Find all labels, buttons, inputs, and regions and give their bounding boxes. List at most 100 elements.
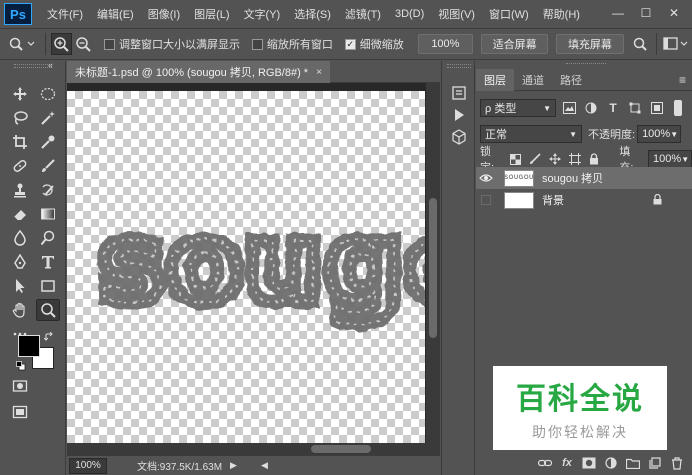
rectangle-tool[interactable] [36,275,60,297]
menu-filter[interactable]: 滤镜(T) [338,6,388,22]
delete-layer-button[interactable] [668,454,686,472]
filter-pixel-icon[interactable] [560,99,578,117]
magic-wand-tool[interactable] [36,107,60,129]
close-window-button[interactable]: ✕ [660,4,688,22]
healing-brush-tool[interactable] [8,155,32,177]
status-menu-arrow-icon[interactable]: ▶ [230,460,237,471]
zoom-tool[interactable] [36,299,60,321]
close-document-icon[interactable]: × [316,67,322,78]
lock-pixels-icon[interactable] [526,150,544,168]
search-button[interactable] [630,33,652,55]
layer-visibility-toggle[interactable] [476,195,496,205]
scroll-left-icon[interactable]: ◀ [261,460,268,471]
new-group-button[interactable] [624,454,642,472]
fit-screen-button[interactable]: 适合屏幕 [481,34,549,54]
horizontal-scrollbar[interactable] [67,443,440,455]
brush-tool[interactable] [36,155,60,177]
blend-mode-dropdown[interactable]: 正常 ▼ [480,125,582,143]
elliptical-marquee-tool[interactable] [36,83,60,105]
filter-adjustment-icon[interactable] [582,99,600,117]
resize-windows-checkbox[interactable] [104,38,116,50]
scrubby-zoom-option[interactable]: ✓ 细微缩放 [344,36,404,52]
menu-layer[interactable]: 图层(L) [187,6,236,22]
swap-colors-icon[interactable] [43,331,54,342]
dodge-tool[interactable] [36,227,60,249]
filter-smart-object-icon[interactable] [648,99,666,117]
history-brush-tool[interactable] [36,179,60,201]
history-panel-button[interactable] [448,83,470,103]
document-canvas[interactable]: sougou sougou [67,91,425,447]
toolbox-grip[interactable] [14,64,52,68]
actions-panel-button[interactable] [448,105,470,125]
scrubby-zoom-checkbox[interactable]: ✓ [344,38,356,50]
gradient-tool[interactable] [36,203,60,225]
layer-name[interactable]: 背景 [542,192,564,208]
tab-paths[interactable]: 路径 [552,69,590,91]
layer-name[interactable]: sougou 拷贝 [542,170,603,186]
path-selection-tool[interactable] [8,275,32,297]
adjustment-layer-button[interactable] [602,454,620,472]
foreground-color-swatch[interactable] [18,335,40,357]
collapse-toolbox-icon[interactable]: « [48,60,53,70]
lock-position-icon[interactable] [546,150,564,168]
add-mask-button[interactable] [580,454,598,472]
menu-window[interactable]: 窗口(W) [482,6,536,22]
horizontal-scroll-thumb[interactable] [311,445,371,453]
menu-image[interactable]: 图像(I) [141,6,187,22]
eyedropper-tool[interactable] [36,131,60,153]
dock-grip[interactable] [447,64,471,68]
panel-grip[interactable] [566,63,606,67]
lock-artboard-icon[interactable] [566,150,584,168]
lasso-tool[interactable] [8,107,32,129]
lock-transparent-icon[interactable] [507,150,525,168]
menu-3d[interactable]: 3D(D) [388,8,431,20]
canvas-area[interactable]: sougou sougou [67,83,440,455]
filter-toggle-switch[interactable] [674,100,682,116]
new-layer-button[interactable] [646,454,664,472]
filter-kind-dropdown[interactable]: ρ 类型 ▼ [480,99,556,117]
screen-mode-button[interactable] [8,401,32,423]
resize-windows-option[interactable]: 调整窗口大小以满屏显示 [104,36,240,52]
vertical-scroll-thumb[interactable] [429,198,437,338]
document-tab[interactable]: 未标题-1.psd @ 100% (sougou 拷贝, RGB/8#) * × [67,61,330,83]
fill-screen-button[interactable]: 填充屏幕 [556,34,624,54]
zoom-level-field[interactable]: 100% [69,457,107,474]
menu-edit[interactable]: 编辑(E) [90,6,141,22]
hand-tool[interactable] [8,299,32,321]
tab-layers[interactable]: 图层 [476,69,514,91]
lock-all-icon[interactable] [586,150,604,168]
link-layers-button[interactable] [536,454,554,472]
layer-visibility-toggle[interactable] [476,173,496,183]
opacity-field[interactable]: 100% ▼ [637,125,682,143]
pen-tool[interactable] [8,251,32,273]
3d-panel-button[interactable] [448,127,470,147]
default-colors-icon[interactable] [16,361,26,371]
filter-shape-icon[interactable] [626,99,644,117]
layer-row-background[interactable]: 背景 [476,189,692,211]
zoom-in-button[interactable] [50,33,73,55]
type-tool[interactable] [36,251,60,273]
zoom-out-button[interactable] [72,33,94,55]
fx-button[interactable]: fx [558,454,576,472]
fill-field[interactable]: 100% ▼ [648,150,692,168]
blur-tool[interactable] [8,227,32,249]
layer-row-sougou-copy[interactable]: SOUGOU sougou 拷贝 [476,167,692,189]
vertical-scrollbar[interactable] [426,83,440,443]
minimize-button[interactable]: — [604,4,632,22]
zoom-all-windows-checkbox[interactable] [251,38,263,50]
menu-help[interactable]: 帮助(H) [536,6,587,22]
menu-type[interactable]: 文字(Y) [237,6,288,22]
panel-menu-icon[interactable]: ≡ [679,73,686,87]
tab-channels[interactable]: 通道 [514,69,552,91]
zoom-all-windows-option[interactable]: 缩放所有窗口 [251,36,333,52]
clone-stamp-tool[interactable] [8,179,32,201]
filter-type-icon[interactable]: T [604,99,622,117]
eraser-tool[interactable] [8,203,32,225]
maximize-button[interactable]: ☐ [632,4,660,22]
move-tool[interactable] [8,83,32,105]
menu-file[interactable]: 文件(F) [40,6,90,22]
tool-preset-picker[interactable] [6,33,40,55]
quick-mask-button[interactable] [8,375,32,397]
menu-view[interactable]: 视图(V) [431,6,482,22]
crop-tool[interactable] [8,131,32,153]
